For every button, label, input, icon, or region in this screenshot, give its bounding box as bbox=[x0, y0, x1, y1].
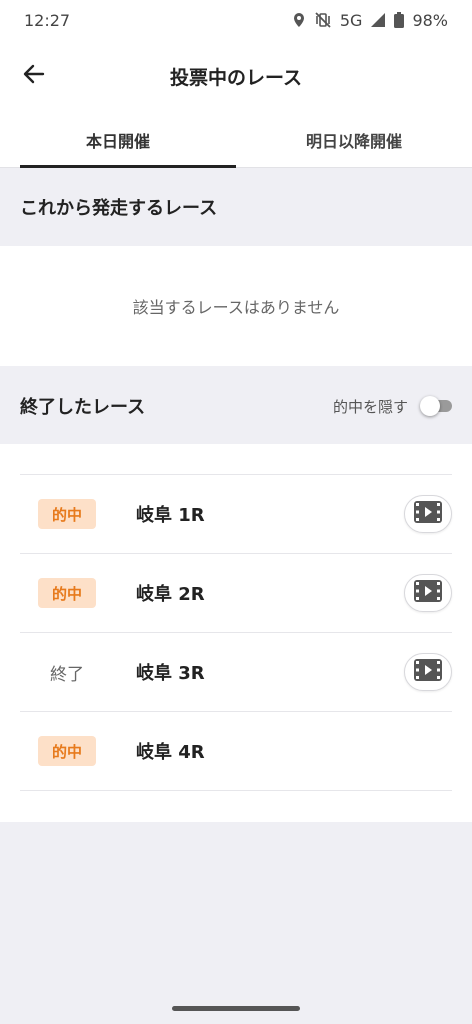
video-button[interactable] bbox=[404, 653, 452, 691]
network-label: 5G bbox=[339, 10, 363, 30]
status-icons: 5G 98% bbox=[292, 11, 448, 30]
finished-status-label: 終了 bbox=[50, 664, 84, 685]
switch-knob bbox=[420, 396, 440, 416]
tab-bar: 本日開催 明日以降開催 bbox=[0, 112, 472, 168]
empty-state: 該当するレースはありません bbox=[0, 246, 472, 366]
race-row[interactable]: 的中 岐阜 4R bbox=[20, 712, 452, 791]
race-row[interactable]: 的中 岐阜 2R bbox=[20, 554, 452, 633]
upcoming-section-header: これから発走するレース bbox=[0, 169, 472, 245]
race-name: 岐阜 4R bbox=[136, 742, 205, 763]
status-time: 12:27 bbox=[24, 10, 71, 30]
hit-badge: 的中 bbox=[38, 736, 96, 766]
back-button[interactable] bbox=[14, 58, 54, 94]
video-play-icon bbox=[414, 501, 442, 527]
arrow-left-icon bbox=[23, 63, 45, 89]
battery-icon bbox=[394, 12, 405, 28]
empty-message: 該当するレースはありません bbox=[132, 298, 340, 317]
hide-hits-label: 的中を隠す bbox=[332, 397, 408, 416]
location-icon bbox=[292, 12, 306, 28]
mute-vibrate-icon bbox=[314, 12, 332, 28]
upcoming-section-title: これから発走するレース bbox=[20, 198, 218, 219]
race-name: 岐阜 1R bbox=[136, 505, 205, 526]
video-button[interactable] bbox=[404, 495, 452, 533]
video-button[interactable] bbox=[404, 574, 452, 612]
app-bar: 投票中のレース bbox=[0, 40, 472, 112]
hit-badge: 的中 bbox=[38, 578, 96, 608]
race-name: 岐阜 2R bbox=[136, 584, 205, 605]
finished-section-header: 終了したレース 的中を隠す bbox=[0, 368, 472, 444]
battery-percent: 98% bbox=[412, 10, 448, 30]
hit-badge: 的中 bbox=[38, 499, 96, 529]
hide-hits-switch[interactable] bbox=[420, 396, 452, 416]
race-row[interactable]: 的中 岐阜 1R bbox=[20, 475, 452, 554]
tab-upcoming-days[interactable]: 明日以降開催 bbox=[236, 112, 472, 167]
finished-section-title: 終了したレース bbox=[20, 397, 146, 418]
signal-icon bbox=[370, 12, 386, 28]
hide-hits-toggle[interactable]: 的中を隠す bbox=[333, 396, 452, 417]
race-list: 的中 岐阜 1R 的中 岐阜 2R 終了 岐阜 3R 的中 岐阜 4R bbox=[20, 474, 452, 791]
race-name: 岐阜 3R bbox=[136, 663, 205, 684]
page-title: 投票中のレース bbox=[169, 66, 303, 89]
home-indicator[interactable] bbox=[172, 1006, 300, 1011]
race-row[interactable]: 終了 岐阜 3R bbox=[20, 633, 452, 712]
tab-today[interactable]: 本日開催 bbox=[0, 112, 236, 168]
video-play-icon bbox=[414, 659, 442, 685]
video-play-icon bbox=[414, 580, 442, 606]
finished-races-panel: 的中 岐阜 1R 的中 岐阜 2R 終了 岐阜 3R 的中 岐阜 4R bbox=[0, 444, 472, 822]
status-bar: 12:27 5G 98% bbox=[0, 0, 472, 40]
